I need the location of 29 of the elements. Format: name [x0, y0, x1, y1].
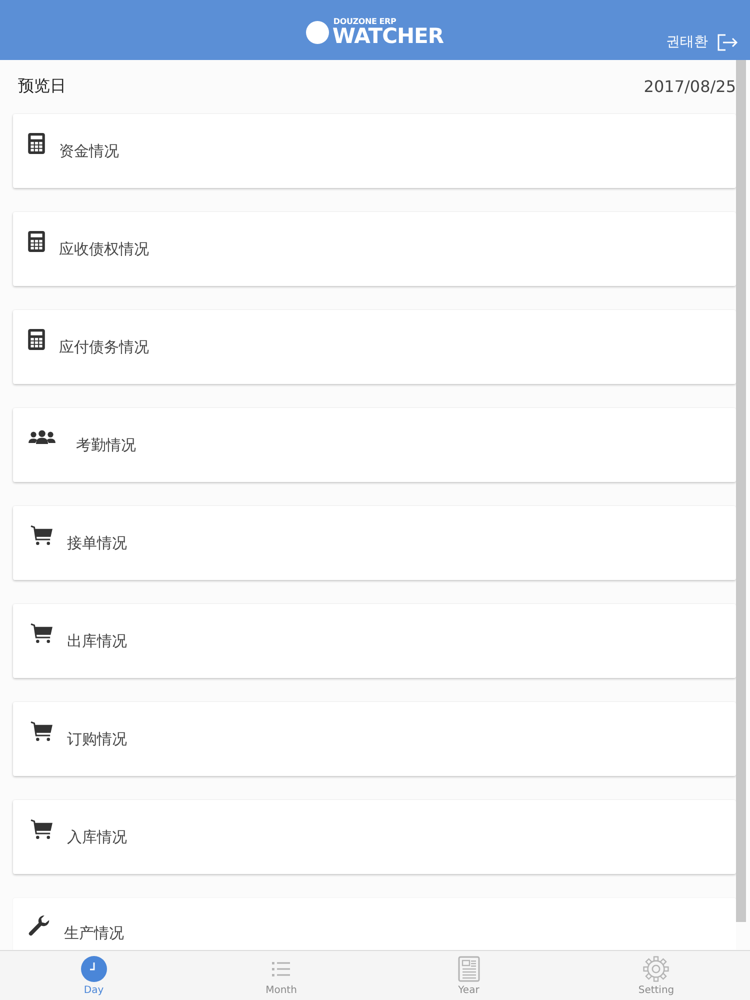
report-card[interactable]: 入库情况 — [13, 800, 736, 874]
calculator-icon — [28, 230, 45, 252]
report-card[interactable]: 应收债权情况 — [13, 212, 736, 286]
calculator-icon — [28, 328, 45, 350]
report-card[interactable]: 出库情况 — [13, 604, 736, 678]
logo-subtitle: DOUZONE ERP — [333, 18, 398, 26]
calculator-icon — [28, 132, 45, 154]
report-card[interactable]: 接单情况 — [13, 506, 736, 580]
wrench-icon — [28, 915, 50, 937]
cart-icon — [30, 622, 53, 644]
cart-icon — [30, 524, 53, 546]
report-card[interactable]: 应付债务情况 — [13, 310, 736, 384]
user-name: 권태환 — [666, 33, 708, 51]
logout-icon[interactable] — [717, 34, 738, 51]
logo-circle-icon — [306, 20, 330, 44]
report-card[interactable]: 考勤情况 — [13, 408, 736, 482]
cart-icon — [30, 818, 53, 840]
report-card[interactable]: 订购情况 — [13, 702, 736, 776]
date-text: 2017/08/25 — [644, 76, 736, 96]
document-icon — [456, 956, 482, 982]
report-card[interactable]: 生产情况 — [13, 898, 736, 950]
logo-title: WATCHER — [332, 26, 444, 46]
clock-icon — [80, 956, 107, 982]
preview-day-label: 预览日 — [18, 76, 66, 96]
scrollbar-thumb[interactable] — [736, 60, 746, 922]
gear-icon — [643, 956, 670, 982]
report-card[interactable]: 资金情况 — [13, 114, 736, 188]
people-icon — [28, 430, 56, 444]
cart-icon — [30, 720, 53, 742]
